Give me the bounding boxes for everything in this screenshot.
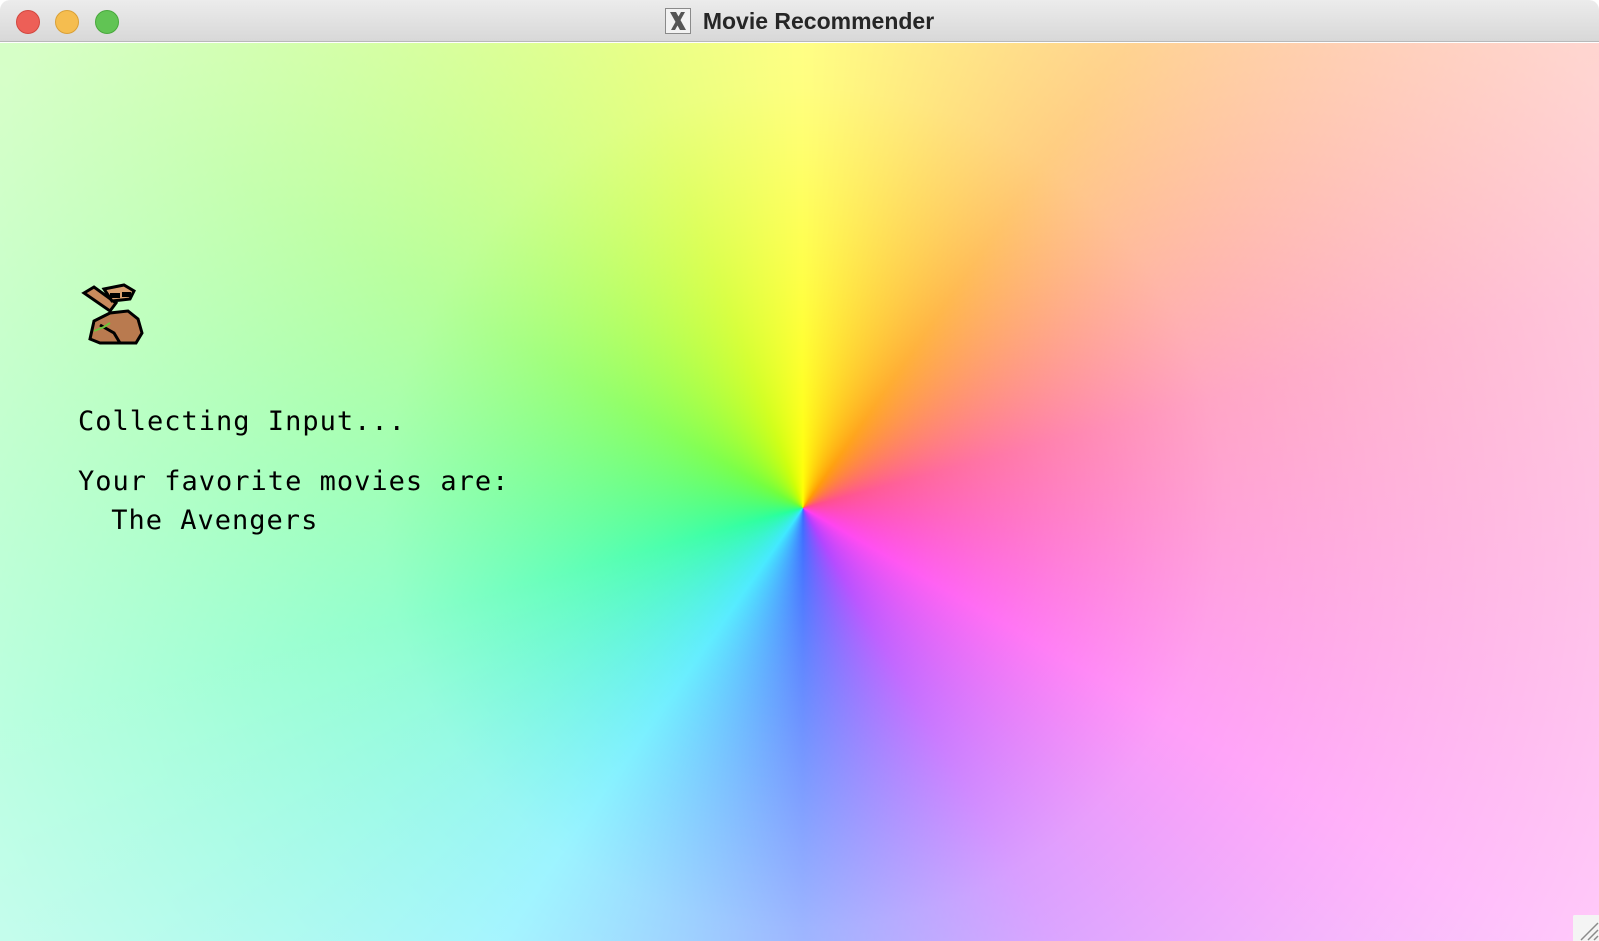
title-bar[interactable]: Movie Recommender (0, 0, 1599, 42)
camel-mascot-icon (81, 283, 144, 345)
favorite-movie-item: The Avengers (94, 505, 319, 536)
x11-icon (664, 8, 691, 34)
favorites-label: Your favorite movies are: (78, 466, 510, 497)
window-title: Movie Recommender (702, 7, 935, 34)
title-group: Movie Recommender (0, 0, 1599, 42)
status-text: Collecting Input... (78, 406, 406, 437)
app-canvas: Collecting Input... Your favorite movies… (0, 43, 1599, 941)
resize-grip-icon[interactable] (1573, 915, 1599, 941)
app-window: Movie Recommender Collecting Input... Yo… (0, 0, 1599, 941)
